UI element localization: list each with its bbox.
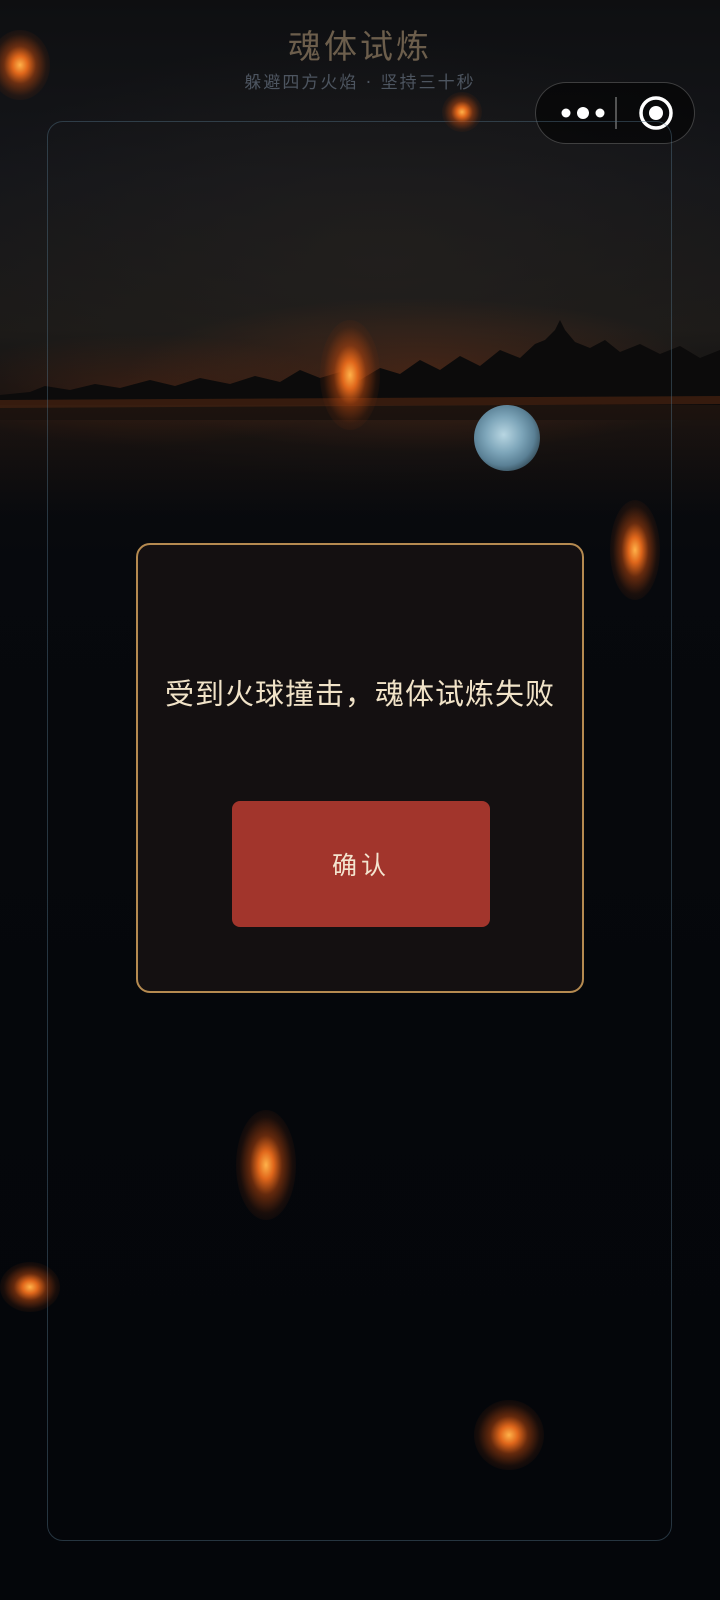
fireball (320, 320, 380, 430)
page-title: 魂体试炼 (288, 27, 432, 66)
dialog-message: 受到火球撞击，魂体试炼失败 (164, 677, 555, 711)
fireball (442, 92, 482, 132)
fireball (610, 500, 660, 600)
confirm-button[interactable]: 确认 (232, 801, 490, 927)
fireball (474, 1400, 544, 1470)
fireball (0, 1262, 60, 1312)
player-soul-orb[interactable] (474, 405, 540, 471)
failure-dialog: 受到火球撞击，魂体试炼失败 确认 (136, 543, 584, 993)
fireball (236, 1110, 296, 1220)
game-scene: 魂体试炼 躲避四方火焰 · 坚持三十秒 受到火球撞击，魂体试炼失败 确认 (0, 0, 720, 1600)
